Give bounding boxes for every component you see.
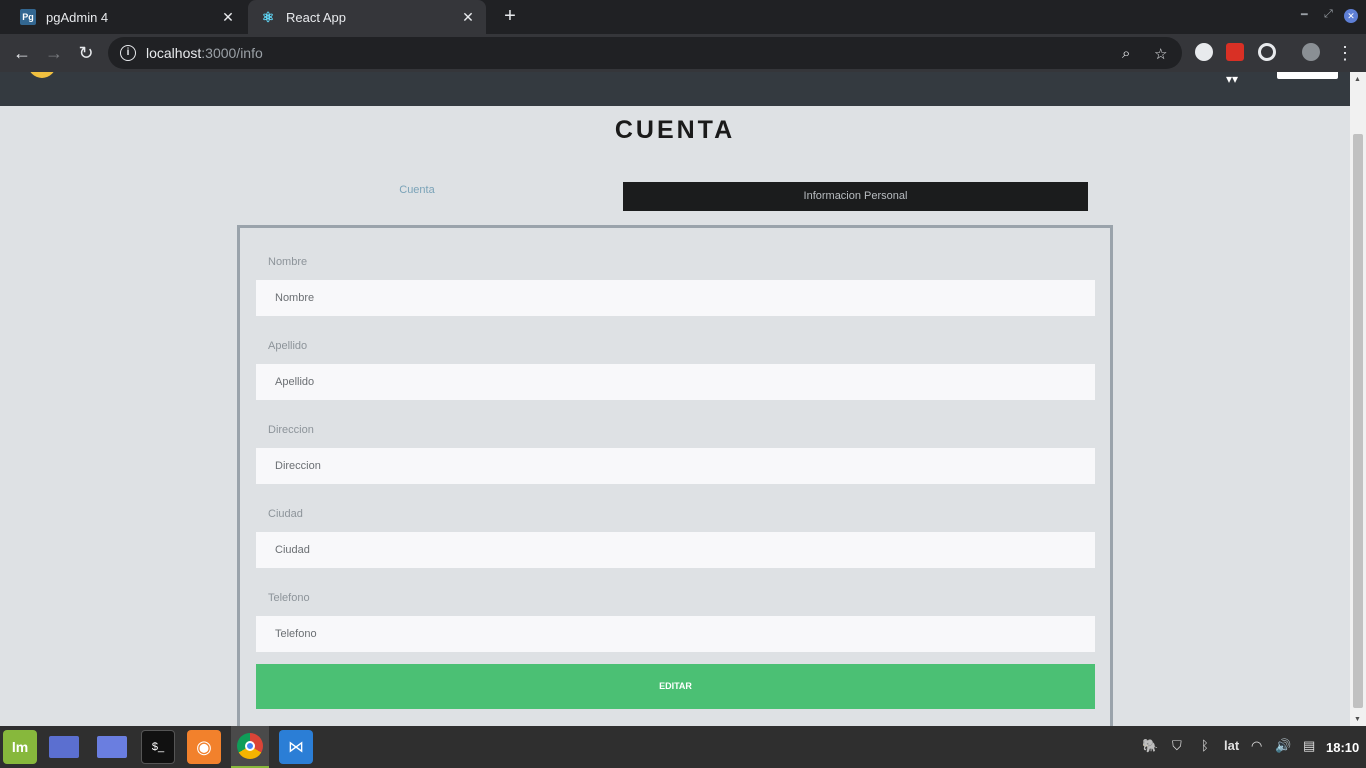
tab-title: pgAdmin 4 (46, 9, 109, 25)
terminal-icon[interactable]: $_ (141, 730, 175, 764)
nombre-input[interactable] (256, 280, 1095, 316)
site-info-icon[interactable]: i (120, 45, 136, 61)
editar-button[interactable]: EDITAR (256, 664, 1095, 709)
ciudad-input[interactable] (256, 532, 1095, 568)
menu-icon[interactable]: ⋮ (1333, 41, 1357, 65)
page-title: CUENTA (614, 116, 736, 144)
clock: 18:10 (1326, 740, 1360, 755)
firefox-icon[interactable]: ◉ (187, 730, 221, 764)
restore-icon[interactable]: ⤢ (1324, 8, 1333, 21)
tab-title: React App (286, 9, 346, 25)
files-icon[interactable] (95, 730, 129, 764)
profile-avatar[interactable] (1302, 43, 1320, 61)
reload-icon[interactable]: ↻ (74, 41, 98, 65)
new-tab-button[interactable]: + (498, 5, 522, 29)
nombre-label: Nombre (268, 256, 308, 268)
close-icon[interactable]: ✕ (458, 9, 478, 26)
personal-info-form: Nombre Apellido Direccion Ciudad Telefon… (237, 225, 1113, 726)
extension-icon[interactable] (1226, 43, 1244, 61)
shield-icon[interactable]: ⛉ (1172, 738, 1182, 754)
chrome-icon[interactable] (231, 726, 269, 768)
page-scrollbar[interactable]: ▲ ▼ (1350, 72, 1366, 726)
bookmark-star-icon[interactable]: ☆ (1154, 45, 1167, 63)
react-icon: ⚛ (261, 8, 275, 25)
vscode-icon[interactable]: ⋈ (279, 730, 313, 764)
folder-icon[interactable] (47, 730, 81, 764)
forward-icon[interactable]: → (42, 41, 66, 65)
tab-informacion-personal[interactable]: Informacion Personal (623, 182, 1088, 211)
clipboard-icon[interactable]: ▤ (1303, 738, 1315, 754)
page-content: ▾▾ CUENTA Cuenta Informacion Personal No… (0, 72, 1350, 726)
window-close-icon[interactable]: ✕ (1344, 9, 1358, 23)
wifi-icon[interactable]: ◠ (1251, 738, 1262, 754)
bluetooth-icon[interactable]: ᛒ (1201, 738, 1209, 753)
extension-icon[interactable] (1195, 43, 1213, 61)
postgres-icon[interactable]: 🐘 (1142, 738, 1158, 754)
tab-react-app[interactable]: ⚛ React App ✕ (248, 0, 486, 34)
scroll-up-icon[interactable]: ▲ (1354, 76, 1361, 83)
direccion-input[interactable] (256, 448, 1095, 484)
apellido-input[interactable] (256, 364, 1095, 400)
url-path: :3000/info (201, 45, 263, 61)
tab-pgadmin[interactable]: Pg pgAdmin 4 ✕ (8, 0, 246, 34)
browser-tabbar: Pg pgAdmin 4 ✕ ⚛ React App ✕ + ━ ⤢ ✕ (0, 0, 1366, 34)
nav-button[interactable] (1277, 72, 1338, 79)
back-icon[interactable]: ← (10, 41, 34, 65)
telefono-label: Telefono (268, 592, 310, 604)
nav-icon[interactable]: ▾▾ (1226, 72, 1238, 86)
browser-toolbar: ← → ↻ i localhost :3000/info ⌕ ☆ ⋮ (0, 34, 1366, 72)
tab-cuenta[interactable]: Cuenta (237, 182, 597, 211)
ciudad-label: Ciudad (268, 508, 303, 520)
pgadmin-favicon-icon: Pg (20, 9, 36, 25)
telefono-input[interactable] (256, 616, 1095, 652)
scroll-down-icon[interactable]: ▼ (1354, 716, 1361, 723)
zoom-icon[interactable]: ⌕ (1122, 45, 1130, 62)
close-icon[interactable]: ✕ (218, 9, 238, 26)
apellido-label: Apellido (268, 340, 308, 352)
keyboard-layout[interactable]: lat (1224, 738, 1239, 753)
url-host: localhost (146, 45, 202, 61)
minimize-icon[interactable]: ━ (1301, 8, 1308, 21)
extension-icon[interactable] (1258, 43, 1276, 61)
logo-icon[interactable] (28, 72, 56, 78)
app-navbar: ▾▾ (0, 72, 1350, 106)
mint-menu-icon[interactable]: lm (3, 730, 37, 764)
direccion-label: Direccion (268, 424, 314, 436)
scroll-thumb[interactable] (1353, 134, 1363, 708)
os-taskbar: lm $_ ◉ ⋈ 🐘 ⛉ ᛒ lat ◠ 🔊 ▤ 18:10 (0, 726, 1366, 768)
address-bar[interactable]: i localhost :3000/info ⌕ ☆ (108, 37, 1182, 69)
volume-icon[interactable]: 🔊 (1275, 738, 1291, 754)
